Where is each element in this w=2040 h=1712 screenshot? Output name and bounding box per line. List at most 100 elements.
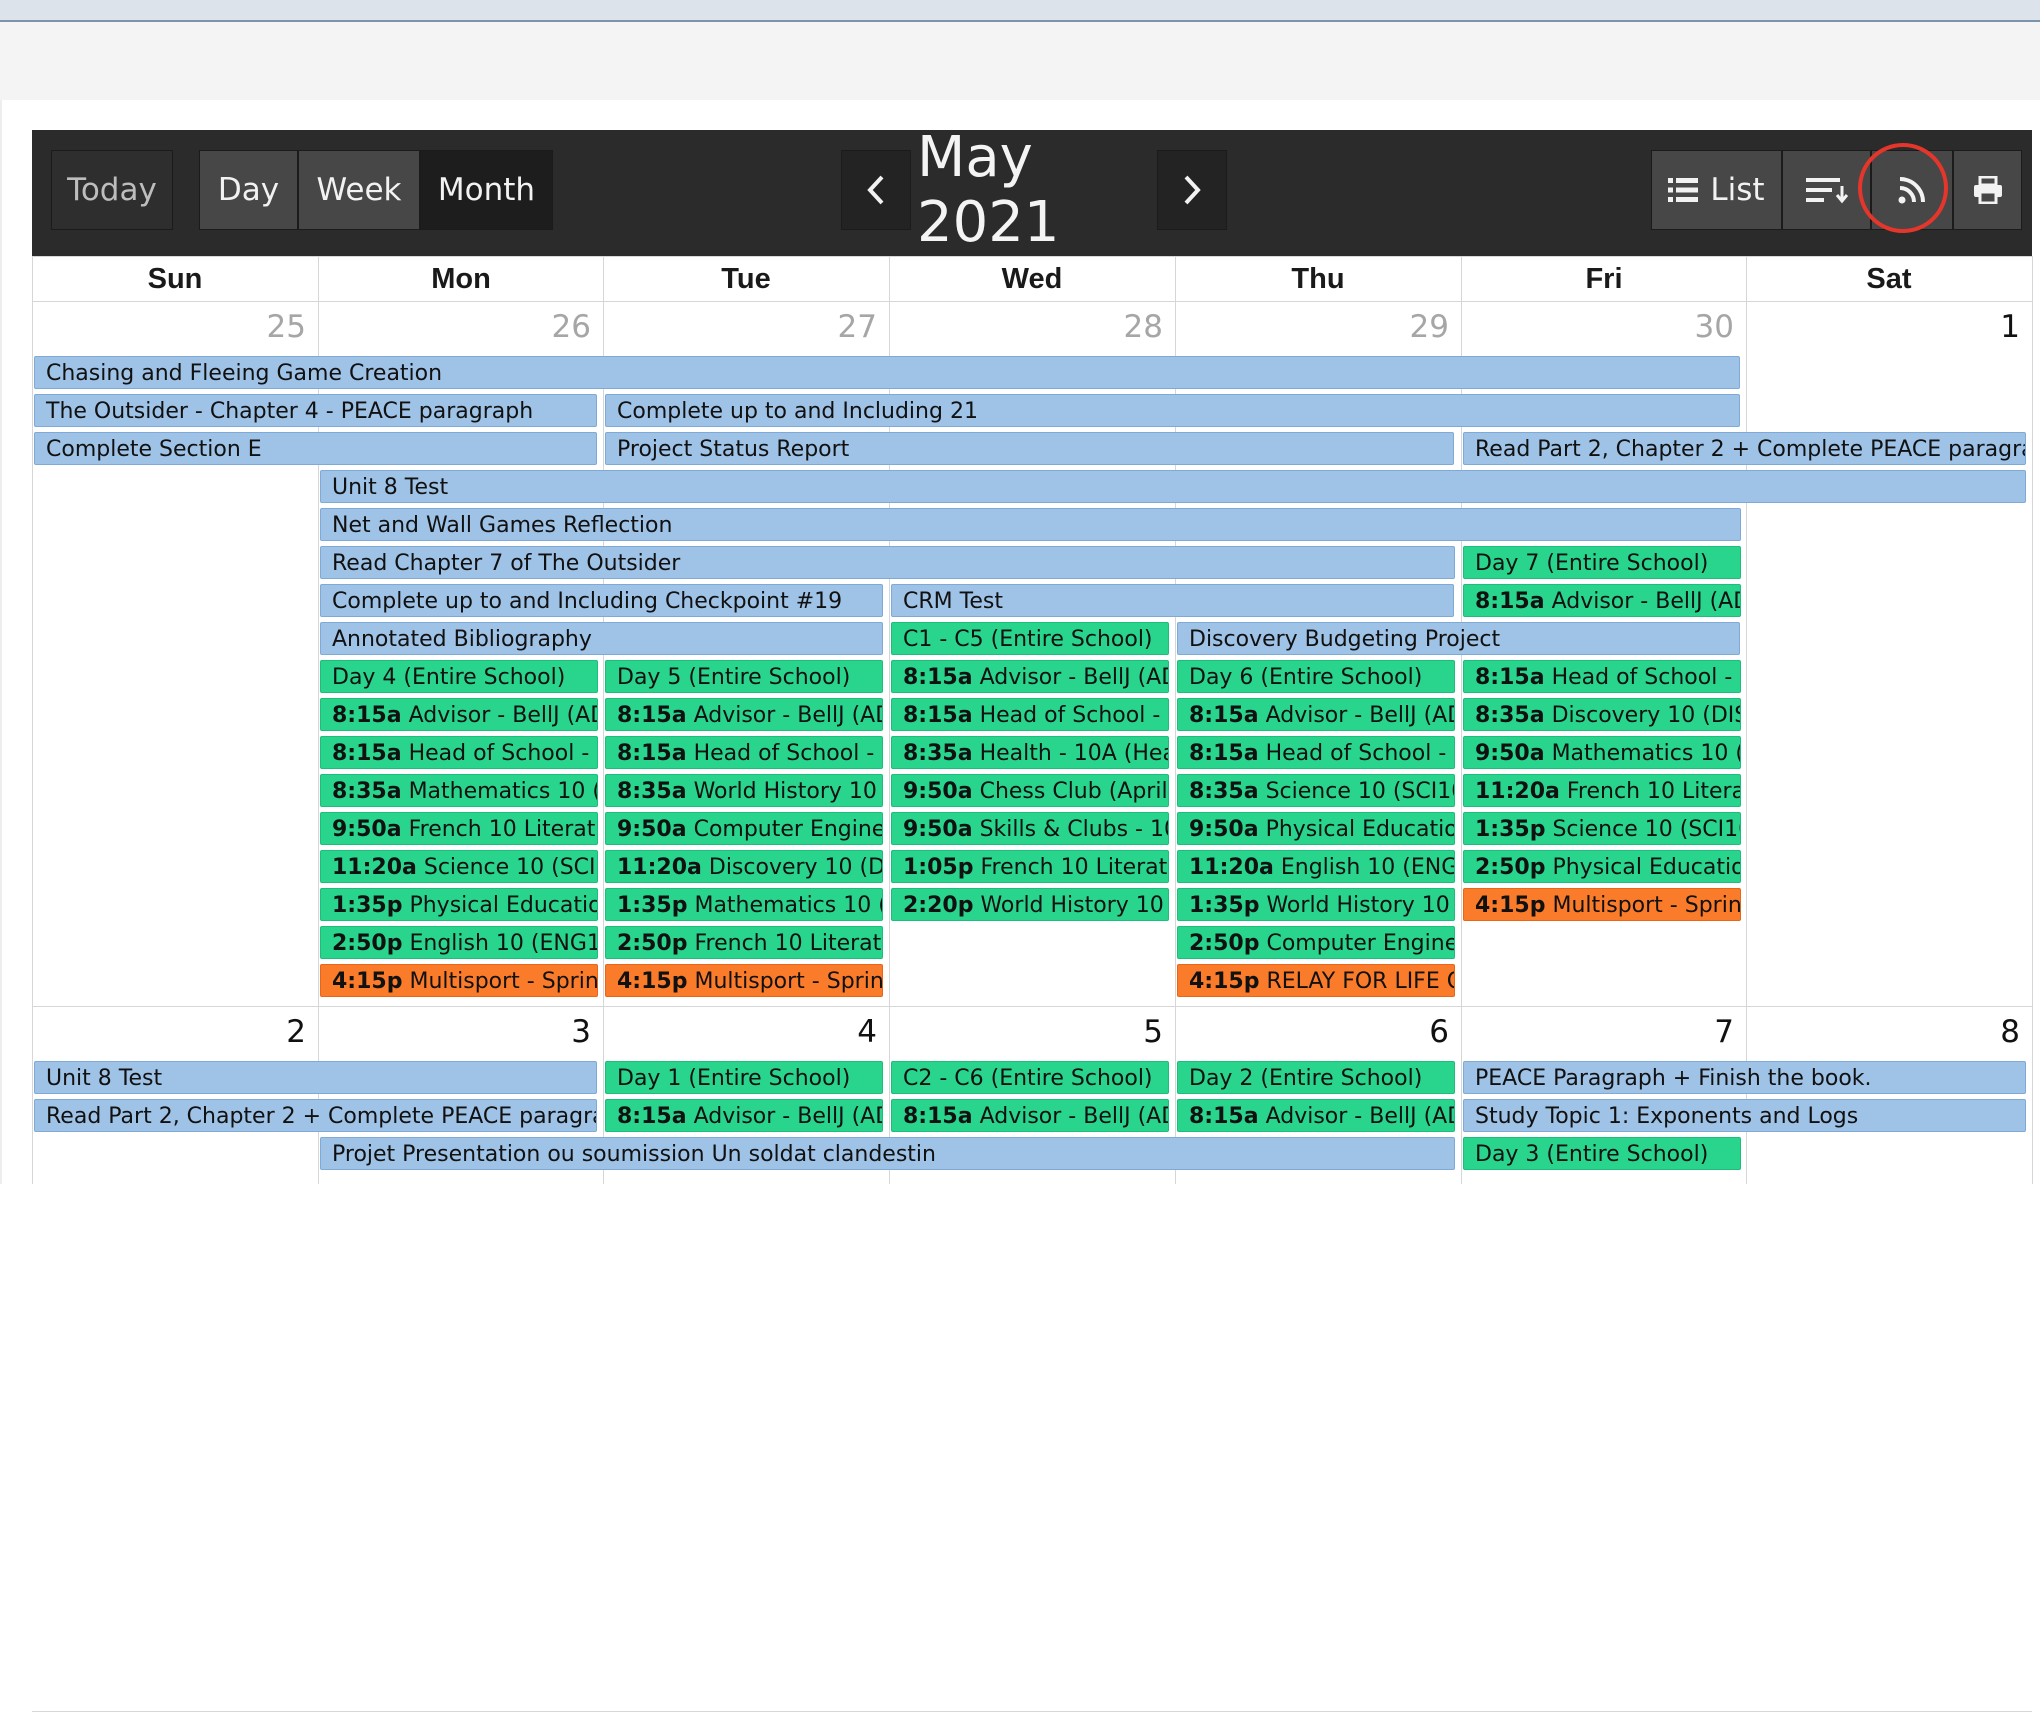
calendar-event-activity[interactable]: 4:15p Multisport - Spring - (605, 964, 883, 997)
calendar-event-multiday[interactable]: Unit 8 Test (34, 1061, 597, 1094)
calendar-event-multiday[interactable]: Complete up to and Including 21 (605, 394, 1740, 427)
calendar-event-multiday[interactable]: Study Topic 1: Exponents and Logs (1463, 1099, 2026, 1132)
calendar-event-multiday[interactable]: Unit 8 Test (320, 470, 2026, 503)
calendar-event-multiday[interactable]: Read Part 2, Chapter 2 + Complete PEACE … (34, 1099, 597, 1132)
sort-list-button[interactable] (1782, 150, 1871, 230)
day-number[interactable]: 3 (331, 1014, 591, 1050)
weekday-header-mon: Mon (431, 262, 491, 295)
calendar-event[interactable]: 8:15a Advisor - BellJ (ADV) (891, 660, 1169, 693)
month-view-button[interactable]: Month (420, 150, 553, 230)
list-view-label: List (1710, 172, 1765, 208)
calendar-event[interactable]: 9:50a French 10 Literature (320, 812, 598, 845)
calendar-event-multiday[interactable]: Discovery Budgeting Project (1177, 622, 1740, 655)
calendar-event[interactable]: Day 3 (Entire School) (1463, 1137, 1741, 1170)
day-number[interactable]: 2 (46, 1014, 306, 1050)
calendar-event[interactable]: 8:15a Advisor - BellJ (ADV) (891, 1099, 1169, 1132)
calendar-event-multiday[interactable]: Chasing and Fleeing Game Creation (34, 356, 1740, 389)
day-number[interactable]: 28 (903, 309, 1163, 345)
event-title: Head of School - MC (693, 741, 882, 766)
calendar-event[interactable]: 8:35a Science 10 (SCI102) (1177, 774, 1455, 807)
list-view-button[interactable]: List (1651, 150, 1782, 230)
calendar-event[interactable]: 2:20p World History 10 (W (891, 888, 1169, 921)
day-number[interactable]: 29 (1189, 309, 1449, 345)
calendar-event[interactable]: 2:50p Physical Education (1463, 850, 1741, 883)
event-time: 8:15a (617, 703, 687, 728)
rss-feed-button[interactable] (1871, 150, 1953, 230)
calendar-event-activity[interactable]: 4:15p Multisport - Spring - (320, 964, 598, 997)
day-number[interactable]: 27 (617, 309, 877, 345)
calendar-event[interactable]: 2:50p English 10 (ENG102) (320, 926, 598, 959)
calendar-event[interactable]: 11:20a English 10 (ENG102) (1177, 850, 1455, 883)
calendar-event[interactable]: Day 4 (Entire School) (320, 660, 598, 693)
event-time: 8:15a (1475, 665, 1545, 690)
day-number[interactable]: 4 (617, 1014, 877, 1050)
calendar-event[interactable]: Day 2 (Entire School) (1177, 1061, 1455, 1094)
calendar-event[interactable]: C2 - C6 (Entire School) (891, 1061, 1169, 1094)
calendar-event[interactable]: 11:20a Discovery 10 (DIS10 (605, 850, 883, 883)
prev-month-button[interactable] (841, 150, 911, 230)
week-view-button[interactable]: Week (298, 150, 420, 230)
calendar-event-activity[interactable]: 4:15p Multisport - Spring - (1463, 888, 1741, 921)
calendar-event-multiday[interactable]: Net and Wall Games Reflection (320, 508, 1741, 541)
day-number[interactable]: 6 (1189, 1014, 1449, 1050)
calendar-event[interactable]: Day 7 (Entire School) (1463, 546, 1741, 579)
day-number[interactable]: 26 (331, 309, 591, 345)
calendar-event[interactable]: 8:15a Advisor - BellJ (ADV) (1463, 584, 1741, 617)
calendar-event-multiday[interactable]: Read Chapter 7 of The Outsider (320, 546, 1455, 579)
calendar-event[interactable]: 9:50a Chess Club (April 7- (891, 774, 1169, 807)
day-number[interactable]: 5 (903, 1014, 1163, 1050)
calendar-event[interactable]: 9:50a Skills & Clubs - 10A ( (891, 812, 1169, 845)
calendar-event[interactable]: 8:35a Mathematics 10 (MA (320, 774, 598, 807)
calendar-event[interactable]: 8:35a World History 10 (W (605, 774, 883, 807)
calendar-event[interactable]: 8:15a Advisor - BellJ (ADV) (320, 698, 598, 731)
day-number[interactable]: 1 (1760, 309, 2020, 345)
calendar-event[interactable]: 9:50a Mathematics 10 (MA (1463, 736, 1741, 769)
event-title: Unit 8 Test (332, 475, 449, 500)
calendar-event[interactable]: 1:35p Mathematics 10 (MA (605, 888, 883, 921)
calendar-event[interactable]: Day 6 (Entire School) (1177, 660, 1455, 693)
calendar-event[interactable]: C1 - C5 (Entire School) (891, 622, 1169, 655)
calendar-event[interactable]: 11:20a French 10 Literature (1463, 774, 1741, 807)
calendar-event[interactable]: 1:05p French 10 Literature (891, 850, 1169, 883)
calendar-event-multiday[interactable]: Project Status Report (605, 432, 1454, 465)
today-button[interactable]: Today (51, 150, 173, 230)
day-view-button[interactable]: Day (199, 150, 298, 230)
print-button[interactable] (1953, 150, 2022, 230)
calendar-event[interactable]: 9:50a Computer Engineer (605, 812, 883, 845)
calendar-event-multiday[interactable]: Complete up to and Including Checkpoint … (320, 584, 883, 617)
calendar-event[interactable]: 8:15a Head of School - MC (605, 736, 883, 769)
calendar-event[interactable]: 1:35p World History 10 (W (1177, 888, 1455, 921)
calendar-event[interactable]: 8:15a Advisor - BellJ (ADV) (1177, 698, 1455, 731)
day-number[interactable]: 30 (1474, 309, 1734, 345)
day-number[interactable]: 25 (46, 309, 306, 345)
calendar-event[interactable]: 8:35a Discovery 10 (DIS10) (1463, 698, 1741, 731)
calendar-event[interactable]: 8:15a Head of School - MC (891, 698, 1169, 731)
calendar-event[interactable]: 8:15a Advisor - BellJ (ADV) (605, 1099, 883, 1132)
calendar-event[interactable]: 8:35a Health - 10A (Health (891, 736, 1169, 769)
calendar-event[interactable]: 2:50p French 10 Literature (605, 926, 883, 959)
calendar-event-multiday[interactable]: PEACE Paragraph + Finish the book. (1463, 1061, 2026, 1094)
calendar-event-multiday[interactable]: Complete Section E (34, 432, 597, 465)
calendar-event-activity[interactable]: 4:15p RELAY FOR LIFE ON (1177, 964, 1455, 997)
calendar-event[interactable]: Day 5 (Entire School) (605, 660, 883, 693)
calendar-event[interactable]: 1:35p Science 10 (SCI102) - (1463, 812, 1741, 845)
event-time: 11:20a (617, 855, 702, 880)
calendar-event[interactable]: 8:15a Advisor - BellJ (ADV) (1177, 1099, 1455, 1132)
day-number[interactable]: 7 (1474, 1014, 1734, 1050)
calendar-event[interactable]: 8:15a Advisor - BellJ (ADV) (605, 698, 883, 731)
calendar-event[interactable]: Day 1 (Entire School) (605, 1061, 883, 1094)
next-month-button[interactable] (1157, 150, 1227, 230)
calendar-event-multiday[interactable]: Annotated Bibliography (320, 622, 883, 655)
calendar-event-multiday[interactable]: Read Part 2, Chapter 2 + Complete PEACE … (1463, 432, 2026, 465)
calendar-event[interactable]: 11:20a Science 10 (SCI102) (320, 850, 598, 883)
calendar-event-multiday[interactable]: CRM Test (891, 584, 1454, 617)
calendar-event[interactable]: 1:35p Physical Education 1 (320, 888, 598, 921)
calendar-event-multiday[interactable]: Projet Presentation ou soumission Un sol… (320, 1137, 1455, 1170)
calendar-event[interactable]: 2:50p Computer Engineer (1177, 926, 1455, 959)
calendar-event[interactable]: 8:15a Head of School - MC (1177, 736, 1455, 769)
calendar-event[interactable]: 8:15a Head of School - MC (1463, 660, 1741, 693)
calendar-event[interactable]: 8:15a Head of School - MC (320, 736, 598, 769)
day-number[interactable]: 8 (1760, 1014, 2020, 1050)
calendar-event[interactable]: 9:50a Physical Education (1177, 812, 1455, 845)
calendar-event-multiday[interactable]: The Outsider - Chapter 4 - PEACE paragra… (34, 394, 597, 427)
